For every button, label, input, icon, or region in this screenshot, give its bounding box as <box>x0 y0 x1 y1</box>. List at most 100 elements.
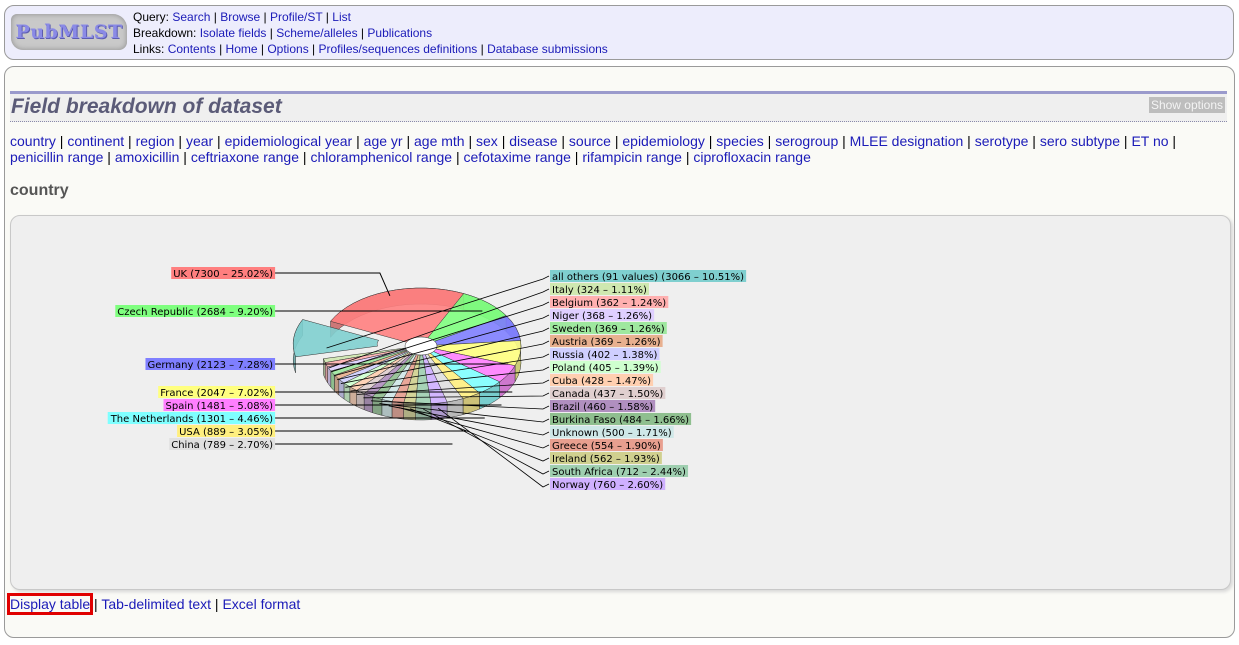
slice-label: Brazil (460 – 1.58%) <box>552 402 653 413</box>
link-browse[interactable]: Browse <box>220 10 260 24</box>
field-links: country | continent | region | year | ep… <box>10 133 1210 165</box>
title-bar: Field breakdown of dataset Show options <box>10 91 1227 122</box>
separator: | <box>1120 133 1132 149</box>
field-link-age-yr[interactable]: age yr <box>364 133 403 149</box>
link-list[interactable]: List <box>332 10 351 24</box>
field-link-epidemiology[interactable]: epidemiology <box>622 133 705 149</box>
field-link-disease[interactable]: disease <box>509 133 557 149</box>
separator: | <box>179 149 191 165</box>
link-contents[interactable]: Contents <box>168 42 216 56</box>
field-link-chloramphenicol-range[interactable]: chloramphenicol range <box>310 149 452 165</box>
slice-label: Spain (1481 – 5.08%) <box>166 401 274 412</box>
separator: | <box>464 133 477 149</box>
separator: | <box>1168 133 1177 149</box>
link-database-submissions[interactable]: Database submissions <box>487 42 608 56</box>
slice-label: Austria (369 – 1.26%) <box>552 337 661 348</box>
tab-delimited-link[interactable]: Tab-delimited text <box>101 596 211 612</box>
field-link-sex[interactable]: sex <box>476 133 498 149</box>
link-options[interactable]: Options <box>267 42 308 56</box>
chart-subtitle: country <box>10 182 69 199</box>
field-link-ciprofloxacin-range[interactable]: ciprofloxacin range <box>693 149 811 165</box>
excel-format-link[interactable]: Excel format <box>222 596 300 612</box>
leader-line <box>275 272 391 296</box>
pubmlst-logo[interactable]: PubMLST <box>11 14 127 50</box>
link-publications[interactable]: Publications <box>367 26 432 40</box>
separator: | <box>213 133 225 149</box>
chart-container: UK (7300 – 25.02%) Czech Republic (2684 –… <box>10 215 1231 590</box>
separator: | <box>174 133 186 149</box>
field-link-et-no[interactable]: ET no <box>1131 133 1168 149</box>
field-link-source[interactable]: source <box>569 133 611 149</box>
display-table-link[interactable]: Display table <box>6 593 94 615</box>
field-link-ceftriaxone-range[interactable]: ceftriaxone range <box>191 149 299 165</box>
leader-line <box>410 408 550 462</box>
show-options-button[interactable]: Show options <box>1148 97 1225 113</box>
field-link-country[interactable]: country <box>10 133 56 149</box>
slice-label: Sweden (369 – 1.26%) <box>552 324 665 335</box>
slice-label: Poland (405 – 1.39%) <box>552 363 659 374</box>
separator: | <box>497 133 510 149</box>
field-link-cefotaxime-range[interactable]: cefotaxime range <box>464 149 571 165</box>
separator: | <box>704 133 717 149</box>
field-link-rifampicin-range[interactable]: rifampicin range <box>582 149 682 165</box>
slice-label: Cuba (428 – 1.47%) <box>552 376 651 387</box>
field-link-serogroup[interactable]: serogroup <box>775 133 838 149</box>
slice-label: China (789 – 2.70%) <box>171 440 273 451</box>
field-link-species[interactable]: species <box>716 133 763 149</box>
link-isolate-fields[interactable]: Isolate fields <box>200 26 267 40</box>
pie-chart: UK (7300 – 25.02%) Czech Republic (2684 –… <box>107 267 747 491</box>
separator: | <box>299 149 311 165</box>
field-link-amoxicillin[interactable]: amoxicillin <box>115 149 180 165</box>
slice-label: Czech Republic (2684 – 9.20%) <box>117 307 273 318</box>
breakdown-label: Breakdown: <box>133 26 197 40</box>
export-links: Display table | Tab-delimited text | Exc… <box>6 593 301 615</box>
separator: | <box>570 149 583 165</box>
link-scheme-alleles[interactable]: Scheme/alleles <box>276 26 357 40</box>
field-link-epidemiological-year[interactable]: epidemiological year <box>225 133 353 149</box>
slice-label: Niger (368 – 1.26%) <box>552 311 652 322</box>
field-link-year[interactable]: year <box>186 133 213 149</box>
slice-label: Unknown (500 – 1.71%) <box>552 428 672 439</box>
link-profiles-definitions[interactable]: Profiles/sequences definitions <box>319 42 478 56</box>
separator: | <box>610 133 623 149</box>
slice-label: Norway (760 – 2.60%) <box>552 480 663 491</box>
field-link-continent[interactable]: continent <box>67 133 124 149</box>
field-link-penicillin-range[interactable]: penicillin range <box>10 149 103 165</box>
slice-label: France (2047 – 7.02%) <box>160 388 273 399</box>
separator: | <box>452 149 464 165</box>
slice-label: Germany (2123 – 7.28%) <box>147 360 273 371</box>
field-link-age-mth[interactable]: age mth <box>414 133 465 149</box>
main-panel: Field breakdown of dataset Show options … <box>4 66 1235 638</box>
field-link-serotype[interactable]: serotype <box>975 133 1029 149</box>
link-search[interactable]: Search <box>172 10 210 24</box>
field-link-mlee-designation[interactable]: MLEE designation <box>850 133 964 149</box>
separator: | <box>681 149 694 165</box>
field-link-sero-subtype[interactable]: sero subtype <box>1040 133 1120 149</box>
links-label: Links: <box>133 42 165 56</box>
separator: | <box>124 133 136 149</box>
slice-label: UK (7300 – 25.02%) <box>173 269 273 280</box>
separator: | <box>838 133 850 149</box>
separator: | <box>352 133 364 149</box>
link-home[interactable]: Home <box>226 42 258 56</box>
header-nav: Query: Search | Browse | Profile/ST | Li… <box>133 9 608 57</box>
header-bar: PubMLST Query: Search | Browse | Profile… <box>4 5 1234 60</box>
separator: | <box>103 149 115 165</box>
page-title: Field breakdown of dataset <box>11 95 282 118</box>
slice-label: Russia (402 – 1.38%) <box>552 350 657 361</box>
separator: | <box>963 133 975 149</box>
leader-line <box>398 407 550 449</box>
pie-slice-side <box>372 396 383 416</box>
slice-label: South Africa (712 – 2.44%) <box>552 467 686 478</box>
link-profile-st[interactable]: Profile/ST <box>270 10 322 24</box>
field-link-region[interactable]: region <box>136 133 175 149</box>
slice-label: Italy (324 – 1.11%) <box>552 285 647 296</box>
query-label: Query: <box>133 10 170 24</box>
breakdown-row: Breakdown: Isolate fields | Scheme/allel… <box>133 26 433 40</box>
slice-label: Canada (437 – 1.50%) <box>552 389 663 400</box>
separator: | <box>402 133 414 149</box>
separator: | <box>557 133 569 149</box>
slice-label: all others (91 values) (3066 – 10.51%) <box>552 272 744 283</box>
separator: | <box>1028 133 1040 149</box>
pie-slice-side <box>391 401 404 420</box>
